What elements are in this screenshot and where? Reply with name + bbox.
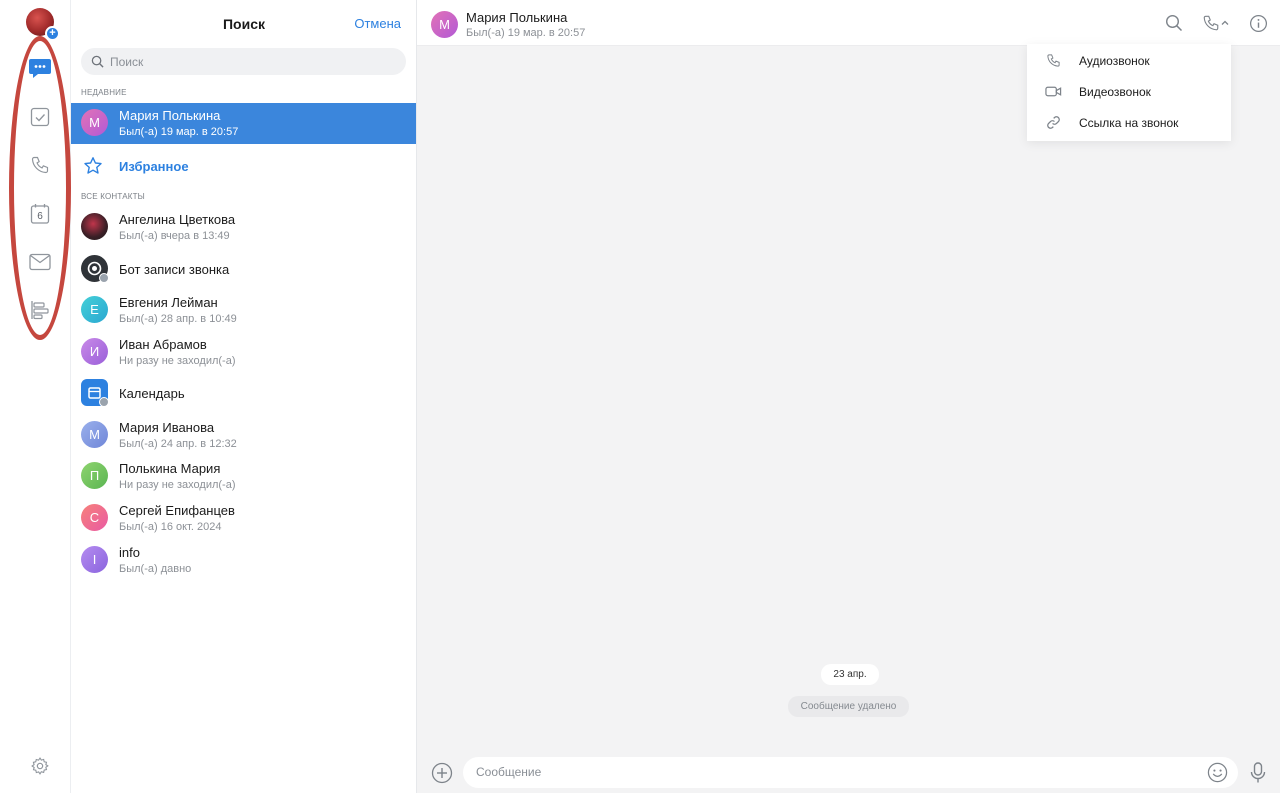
board-icon [31, 301, 49, 320]
avatar[interactable]: М [431, 11, 458, 38]
contact-name: Мария Иванова [119, 420, 215, 435]
avatar: П [81, 462, 108, 489]
menu-item-video-call[interactable]: Видеозвонок [1027, 76, 1231, 107]
rail-item-tasks[interactable] [22, 99, 58, 135]
chat-contact-status: Был(-а) 19 мар. в 20:57 [466, 27, 586, 39]
bot-badge-icon [99, 397, 109, 407]
date-separator: 23 апр. [821, 664, 879, 685]
app-rail: + 6 [0, 0, 71, 793]
list-item-favorites[interactable]: Избранное [71, 146, 416, 187]
contact-status: Был(-а) 16 окт. 2024 [119, 521, 222, 533]
list-item[interactable]: П Полькина Мария Ни разу не заходил(-а) [71, 456, 416, 497]
phone-icon [31, 156, 49, 174]
microphone-icon[interactable] [1248, 761, 1268, 785]
contact-name: Бот записи звонка [119, 262, 230, 277]
phone-icon [1044, 52, 1062, 70]
list-item[interactable]: М Мария Иванова Был(-а) 24 апр. в 12:32 [71, 415, 416, 456]
contact-name: Календарь [119, 386, 185, 401]
message-box [463, 757, 1238, 788]
video-camera-icon [1044, 83, 1062, 101]
chat-bubble-icon [29, 59, 51, 78]
calendar-icon: 6 [30, 204, 50, 224]
list-item[interactable]: И Иван Абрамов Ни разу не заходил(-а) [71, 332, 416, 373]
call-dropdown-menu: Аудиозвонок Видеозвонок Ссылка на звонок [1027, 44, 1231, 141]
rail-item-messages[interactable] [22, 50, 58, 86]
contact-list-panel: Поиск Отмена НЕДАВНИЕ М Мария Полькина Б… [71, 0, 417, 793]
chat-header: М Мария Полькина Был(-а) 19 мар. в 20:57 [417, 0, 1280, 46]
star-icon [84, 157, 102, 174]
list-item[interactable]: Календарь [71, 373, 416, 414]
user-avatar[interactable]: + [26, 8, 60, 41]
contact-status: Ни разу не заходил(-а) [119, 479, 236, 491]
list-header: Поиск Отмена [71, 0, 416, 48]
search-icon [91, 55, 104, 68]
chevron-up-icon [1221, 20, 1229, 25]
rail-item-calendar[interactable]: 6 [22, 196, 58, 232]
info-icon [1249, 14, 1267, 32]
envelope-icon [29, 253, 51, 271]
contact-name: Ангелина Цветкова [119, 212, 236, 227]
menu-item-audio-call[interactable]: Аудиозвонок [1027, 45, 1231, 76]
all-contacts-section-label: ВСЕ КОНТАКТЫ [81, 192, 145, 201]
search-field[interactable] [81, 48, 406, 75]
search-input[interactable] [110, 54, 390, 69]
list-item[interactable]: Е Евгения Лейман Был(-а) 28 апр. в 10:49 [71, 290, 416, 331]
message-composer [417, 751, 1280, 793]
contact-name: Мария Полькина [119, 108, 221, 123]
contact-name: Евгения Лейман [119, 295, 218, 310]
list-item[interactable]: С Сергей Епифанцев Был(-а) 16 окт. 2024 [71, 498, 416, 539]
info-button[interactable] [1247, 12, 1269, 34]
contact-status: Был(-а) 28 апр. в 10:49 [119, 313, 237, 325]
favorites-label: Избранное [119, 159, 189, 174]
deleted-message-notice: Сообщение удалено [788, 696, 909, 717]
phone-icon [1203, 15, 1219, 31]
settings-button[interactable] [22, 748, 58, 784]
gear-icon [31, 757, 49, 775]
contact-name: Иван Абрамов [119, 337, 207, 352]
menu-item-label: Аудиозвонок [1079, 53, 1150, 68]
menu-item-call-link[interactable]: Ссылка на звонок [1027, 107, 1231, 138]
contact-status: Был(-а) вчера в 13:49 [119, 230, 230, 242]
recent-section-label: НЕДАВНИЕ [81, 88, 127, 97]
search-icon [1165, 14, 1183, 32]
rail-item-boards[interactable] [22, 292, 58, 328]
list-item-recent-selected[interactable]: М Мария Полькина Был(-а) 19 мар. в 20:57 [71, 103, 416, 144]
chat-panel: М Мария Полькина Был(-а) 19 мар. в 20:57 [417, 0, 1280, 793]
list-item[interactable]: I info Был(-а) давно [71, 540, 416, 581]
add-attachment-icon[interactable] [431, 762, 453, 784]
avatar [81, 213, 108, 240]
rail-item-mail[interactable] [22, 244, 58, 280]
contact-status: Был(-а) 24 апр. в 12:32 [119, 438, 237, 450]
avatar: I [81, 546, 108, 573]
add-status-icon[interactable]: + [45, 26, 60, 41]
link-icon [1044, 114, 1062, 132]
chat-contact-name[interactable]: Мария Полькина [466, 10, 567, 25]
list-item[interactable]: Бот записи звонка [71, 249, 416, 290]
bot-badge-icon [99, 273, 109, 283]
message-input[interactable] [476, 765, 1176, 779]
avatar: М [81, 421, 108, 448]
call-menu-button[interactable] [1199, 12, 1233, 34]
calendar-day-badge: 6 [37, 211, 43, 222]
contact-name: Сергей Епифанцев [119, 503, 235, 518]
cancel-button[interactable]: Отмена [354, 16, 401, 31]
avatar: Е [81, 296, 108, 323]
rail-item-calls[interactable] [22, 147, 58, 183]
checkbox-icon [30, 107, 50, 127]
menu-item-label: Ссылка на звонок [1079, 115, 1179, 130]
menu-item-label: Видеозвонок [1079, 84, 1151, 99]
contact-status: Ни разу не заходил(-а) [119, 355, 236, 367]
avatar: И [81, 338, 108, 365]
contact-name: Полькина Мария [119, 461, 221, 476]
avatar: М [81, 109, 108, 136]
list-item[interactable]: Ангелина Цветкова Был(-а) вчера в 13:49 [71, 207, 416, 248]
emoji-icon[interactable] [1207, 762, 1228, 783]
contact-name: info [119, 545, 140, 560]
contact-status: Был(-а) 19 мар. в 20:57 [119, 126, 239, 138]
contact-status: Был(-а) давно [119, 563, 192, 575]
search-button[interactable] [1163, 12, 1185, 34]
avatar: С [81, 504, 108, 531]
